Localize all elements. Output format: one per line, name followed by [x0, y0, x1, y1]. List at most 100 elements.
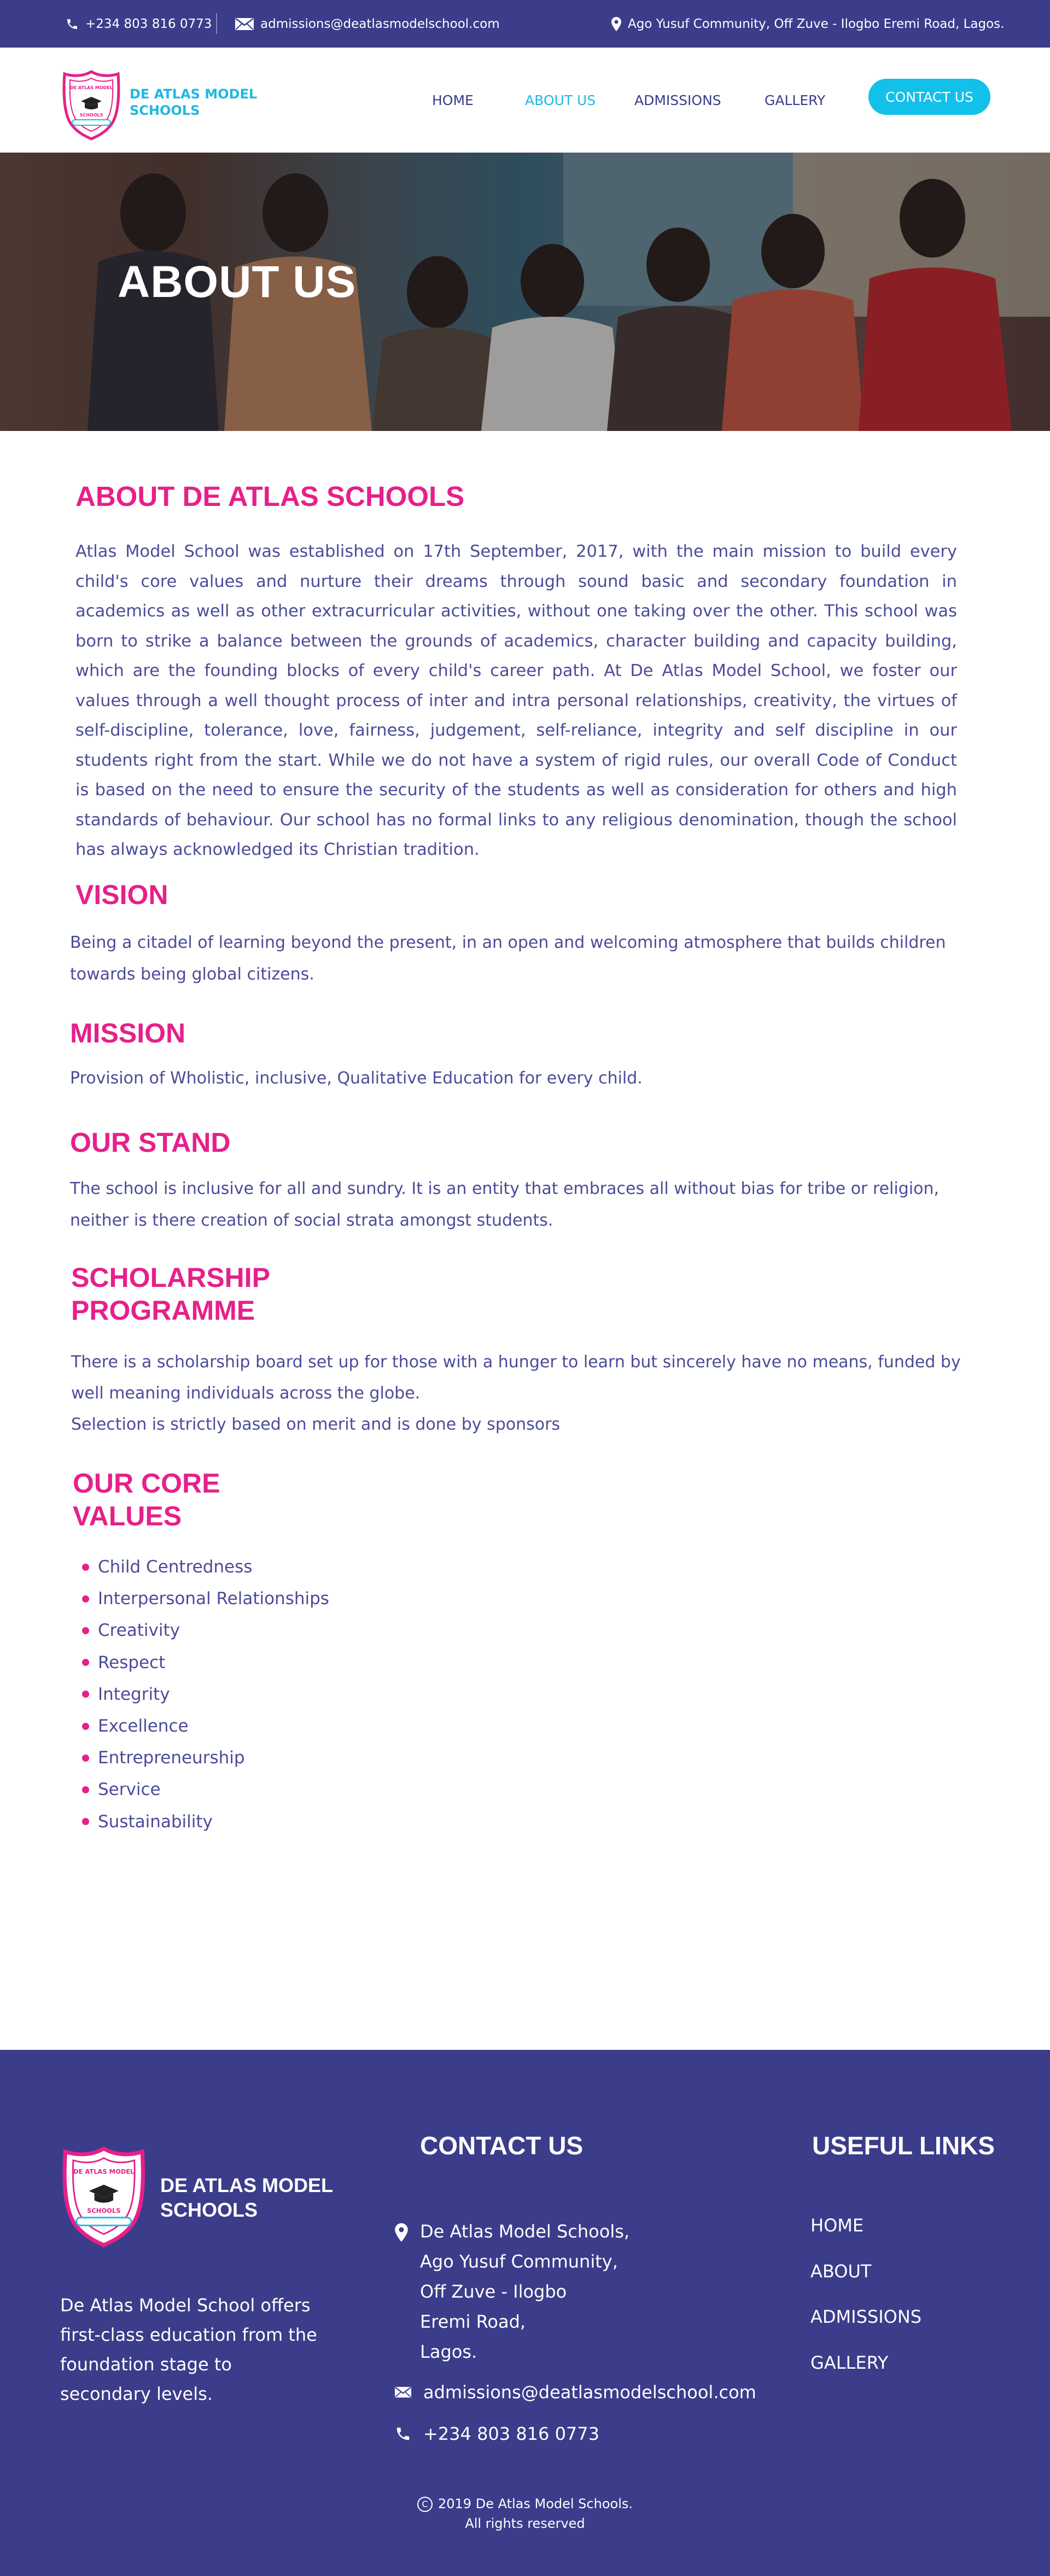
address-line: Eremi Road, [420, 2311, 526, 2332]
footer-link-home[interactable]: HOME [810, 2215, 921, 2261]
hero-banner: ABOUT US [0, 153, 1050, 431]
list-item: Respect [82, 1647, 329, 1679]
footer-link-about[interactable]: ABOUT [810, 2261, 921, 2307]
topbar-phone[interactable]: +234 803 816 0773 [66, 0, 212, 48]
mail-icon [235, 18, 254, 30]
svg-text:SCHOOLS: SCHOOLS [87, 2207, 120, 2214]
mission-text: Provision of Wholistic, inclusive, Quali… [70, 1069, 643, 1088]
address-line: Lagos. [420, 2341, 477, 2362]
bullet-icon [82, 1659, 89, 1666]
footer-phone-text: +234 803 816 0773 [423, 2423, 599, 2444]
footer-address: De Atlas Model Schools, Ago Yusuf Commun… [395, 2217, 629, 2367]
core-value-label: Sustainability [98, 1811, 213, 1832]
topbar-email-text: admissions@deatlasmodelschool.com [260, 16, 500, 31]
footer-school-logo[interactable]: DE ATLAS MODEL SCHOOLS [59, 2144, 149, 2248]
top-bar: +234 803 816 0773 admissions@deatlasmode… [0, 0, 1050, 48]
scholarship-title-line-2: PROGRAMME [71, 1295, 255, 1326]
footer-brand-name: DE ATLAS MODEL SCHOOLS [160, 2173, 333, 2222]
brand-line-2: SCHOOLS [130, 103, 200, 118]
core-value-label: Integrity [98, 1684, 170, 1704]
location-pin-icon [611, 16, 621, 31]
topbar-phone-text: +234 803 816 0773 [85, 16, 212, 31]
list-item: Creativity [82, 1615, 329, 1646]
core-value-label: Creativity [98, 1621, 180, 1641]
bullet-icon [82, 1595, 89, 1602]
footer-about-text: De Atlas Model School offers first-class… [60, 2295, 317, 2404]
footer-contact-title: CONTACT US [420, 2131, 584, 2160]
mail-icon [395, 2387, 411, 2398]
list-item: Interpersonal Relationships [82, 1583, 329, 1615]
scholarship-title: SCHOLARSHIP PROGRAMME [71, 1261, 345, 1327]
scholarship-paragraph-2: Selection is strictly based on merit and… [71, 1415, 561, 1434]
footer: DE ATLAS MODEL SCHOOLS DE ATLAS MODEL SC… [0, 2050, 1050, 2576]
vision-title: VISION [75, 879, 168, 910]
core-values-list: Child Centredness Interpersonal Relation… [82, 1551, 329, 1838]
svg-text:DE ATLAS MODEL: DE ATLAS MODEL [70, 85, 113, 90]
vision-text: Being a citadel of learning beyond the p… [70, 933, 946, 984]
brand-line-1: DE ATLAS MODEL [130, 86, 258, 102]
bullet-icon [82, 1818, 89, 1826]
address-line: Ago Yusuf Community, [420, 2251, 618, 2272]
core-values-title-line-1: OUR CORE [73, 1468, 220, 1499]
list-item: Integrity [82, 1679, 329, 1710]
scholarship-paragraph-1: There is a scholarship board set up for … [71, 1353, 961, 1403]
nav-admissions[interactable]: ADMISSIONS [634, 48, 721, 153]
core-value-label: Respect [98, 1652, 166, 1672]
footer-brand-line-2: SCHOOLS [160, 2199, 258, 2221]
bullet-icon [82, 1691, 89, 1698]
core-value-label: Excellence [98, 1716, 189, 1736]
footer-phone[interactable]: +234 803 816 0773 [395, 2423, 599, 2444]
copyright-line-1: 2019 De Atlas Model Schools. [438, 2496, 633, 2511]
footer-email-text: admissions@deatlasmodelschool.com [423, 2382, 756, 2403]
footer-address-text: De Atlas Model Schools, Ago Yusuf Commun… [420, 2217, 629, 2367]
core-value-label: Entrepreneurship [98, 1748, 245, 1768]
core-value-label: Interpersonal Relationships [98, 1589, 329, 1609]
topbar-address-text: Ago Yusuf Community, Off Zuve - Ilogbo E… [628, 16, 1005, 31]
footer-brand-line-1: DE ATLAS MODEL [160, 2174, 333, 2196]
list-item: Child Centredness [82, 1551, 329, 1583]
svg-text:SCHOOLS: SCHOOLS [80, 113, 103, 118]
footer-email[interactable]: admissions@deatlasmodelschool.com [395, 2382, 756, 2403]
footer-links: HOME ABOUT ADMISSIONS GALLERY [810, 2215, 921, 2398]
nav-about-us[interactable]: ABOUT US [525, 48, 596, 153]
brand-name[interactable]: DE ATLAS MODEL SCHOOLS [130, 86, 257, 119]
address-line: De Atlas Model Schools, [420, 2221, 630, 2242]
list-item: Sustainability [82, 1806, 329, 1838]
contact-us-button[interactable]: CONTACT US [868, 79, 990, 115]
scholarship-title-line-1: SCHOLARSHIP [71, 1262, 270, 1293]
address-line: Off Zuve - Ilogbo [420, 2281, 567, 2302]
our-stand-title: OUR STAND [70, 1127, 231, 1158]
list-item: Entrepreneurship [82, 1742, 329, 1774]
core-value-label: Child Centredness [98, 1557, 253, 1577]
nav-gallery[interactable]: GALLERY [765, 48, 825, 153]
phone-icon [67, 19, 77, 29]
bullet-icon [82, 1786, 89, 1793]
copyright-icon: C [417, 2497, 433, 2512]
footer-link-admissions[interactable]: ADMISSIONS [810, 2306, 921, 2352]
bullet-icon [82, 1627, 89, 1634]
phone-icon [396, 2427, 410, 2440]
topbar-address: Ago Yusuf Community, Off Zuve - Ilogbo E… [611, 0, 1004, 48]
about-text: Atlas Model School was established on 17… [75, 542, 957, 859]
bullet-icon [82, 1563, 89, 1571]
bullet-icon [82, 1754, 89, 1762]
copyright: C 2019 De Atlas Model Schools. All rights… [0, 2494, 1050, 2533]
footer-links-title: USEFUL LINKS [812, 2131, 995, 2160]
school-logo[interactable]: DE ATLAS MODEL SCHOOLS [60, 69, 123, 141]
core-value-label: Service [98, 1780, 161, 1800]
svg-text:DE ATLAS MODEL: DE ATLAS MODEL [73, 2167, 134, 2175]
mission-title: MISSION [70, 1018, 186, 1048]
scholarship-text: There is a scholarship board set up for … [71, 1347, 973, 1440]
hero-title: ABOUT US [118, 257, 357, 307]
footer-link-gallery[interactable]: GALLERY [810, 2352, 921, 2398]
our-stand-text: The school is inclusive for all and sund… [70, 1179, 940, 1230]
core-values-title-line-2: VALUES [73, 1501, 182, 1531]
nav-home[interactable]: HOME [432, 48, 474, 153]
list-item: Excellence [82, 1710, 329, 1742]
header: DE ATLAS MODEL SCHOOLS DE ATLAS MODEL SC… [0, 48, 1050, 153]
bullet-icon [82, 1722, 89, 1730]
topbar-email[interactable]: admissions@deatlasmodelschool.com [235, 0, 500, 48]
copyright-line-2: All rights reserved [465, 2516, 585, 2531]
list-item: Service [82, 1774, 329, 1805]
about-title: ABOUT DE ATLAS SCHOOLS [75, 481, 465, 512]
